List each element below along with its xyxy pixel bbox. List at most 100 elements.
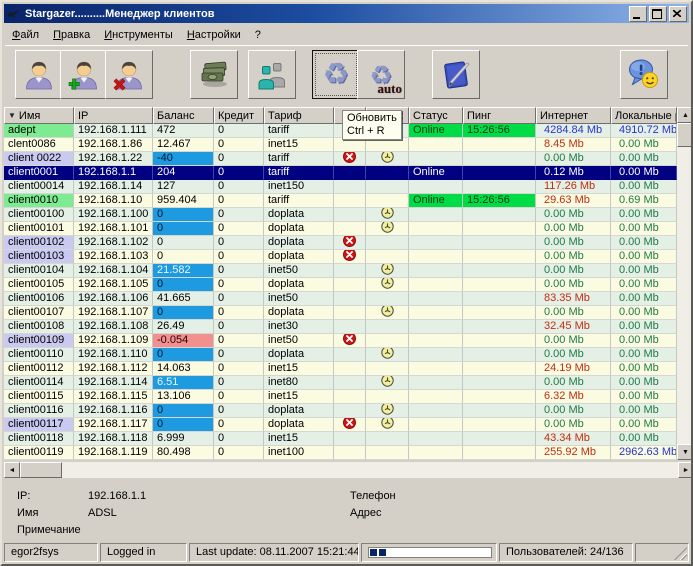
- refresh-tooltip: Обновить Ctrl + R: [342, 110, 402, 140]
- user-delete-button[interactable]: [105, 50, 153, 99]
- table-row[interactable]: client00118192.168.1.1186.9990inet1543.3…: [4, 432, 693, 446]
- table-row[interactable]: client00108192.168.1.10826.490inet3032.4…: [4, 320, 693, 334]
- cell-local: 0.00 Mb: [611, 152, 677, 166]
- resize-grip[interactable]: [674, 547, 687, 560]
- minimize-button[interactable]: [629, 6, 647, 22]
- table-row[interactable]: client00119192.168.1.11980.4980inet10025…: [4, 446, 693, 460]
- menu-item-равка[interactable]: Правка: [46, 27, 97, 43]
- table-row[interactable]: client00115192.168.1.11513.1060inet156.3…: [4, 390, 693, 404]
- cell-local: 0.00 Mb: [611, 390, 677, 404]
- table-row[interactable]: client00105192.168.1.10500doplata0.00 Mb…: [4, 278, 693, 292]
- maximize-button[interactable]: [649, 6, 667, 22]
- table-row[interactable]: client00114192.168.1.1146.510inet800.00 …: [4, 376, 693, 390]
- menu-bar: ФайлПравкаИнструментыНастройки?: [5, 25, 688, 44]
- cell-internet: 0.00 Mb: [536, 152, 611, 166]
- cell-balance: 472: [153, 124, 214, 138]
- table-row[interactable]: client0010192.168.1.10959.4040tariffOnli…: [4, 194, 693, 208]
- cell-status: [409, 446, 463, 460]
- table-row[interactable]: client00117192.168.1.11700doplata0.00 Mb…: [4, 418, 693, 432]
- cell-tariff: tariff: [264, 152, 334, 166]
- scroll-up-button[interactable]: ▲: [677, 107, 693, 123]
- cell-frozen: [366, 320, 409, 334]
- scroll-left-button[interactable]: ◄: [4, 462, 20, 478]
- close-button[interactable]: [669, 6, 687, 22]
- cell-ping: [463, 432, 536, 446]
- table-row[interactable]: client00104192.168.1.10421.5820inet500.0…: [4, 264, 693, 278]
- cell-credit: 0: [214, 446, 264, 460]
- table-row[interactable]: client00110192.168.1.11000doplata0.00 Mb…: [4, 348, 693, 362]
- cell-local: 0.00 Mb: [611, 334, 677, 348]
- cell-credit: 0: [214, 208, 264, 222]
- table-row[interactable]: client00100192.168.1.10000doplata0.00 Mb…: [4, 208, 693, 222]
- cell-name: client00106: [4, 292, 74, 306]
- cell-tariff: inet30: [264, 320, 334, 334]
- cell-disabled: [334, 334, 366, 348]
- cell-local: 0.00 Mb: [611, 418, 677, 432]
- cell-balance: 127: [153, 180, 214, 194]
- frozen-clock-icon: [381, 208, 394, 222]
- menu-item-астройки[interactable]: Настройки: [180, 27, 248, 43]
- column-header-name[interactable]: ▼Имя: [4, 107, 74, 124]
- vertical-scroll-thumb[interactable]: [677, 123, 693, 147]
- cell-name: client00101: [4, 222, 74, 236]
- table-row[interactable]: client00101192.168.1.10100doplata0.00 Mb…: [4, 222, 693, 236]
- table-row[interactable]: client00112192.168.1.11214.0630inet1524.…: [4, 362, 693, 376]
- cell-ping: [463, 362, 536, 376]
- about-button[interactable]: [620, 50, 668, 99]
- column-header-bal[interactable]: Баланс: [153, 107, 214, 124]
- cell-internet: 0.00 Mb: [536, 418, 611, 432]
- cell-local: 0.00 Mb: [611, 166, 677, 180]
- cell-disabled: [334, 362, 366, 376]
- table-row[interactable]: client00109192.168.1.109-0.0540inet500.0…: [4, 334, 693, 348]
- cell-status: Online: [409, 124, 463, 138]
- column-header-loc[interactable]: Локальные р: [611, 107, 677, 124]
- table-row[interactable]: client 0022192.168.1.22-400tariff0.00 Mb…: [4, 152, 693, 166]
- menu-item-айл[interactable]: Файл: [5, 27, 46, 43]
- table-row[interactable]: client0001192.168.1.12040tariffOnline0.1…: [4, 166, 693, 180]
- cell-tariff: doplata: [264, 404, 334, 418]
- cell-local: 0.00 Mb: [611, 278, 677, 292]
- cell-disabled: [334, 306, 366, 320]
- column-header-status[interactable]: Статус: [409, 107, 463, 124]
- frozen-clock-icon: [381, 418, 394, 432]
- users-list-button[interactable]: [248, 50, 296, 99]
- column-header-ping[interactable]: Пинг: [463, 107, 536, 124]
- scroll-down-button[interactable]: ▼: [677, 444, 693, 460]
- cell-disabled: [334, 236, 366, 250]
- user-info-button[interactable]: [15, 50, 63, 99]
- column-header-tariff[interactable]: Тариф: [264, 107, 334, 124]
- vertical-scrollbar[interactable]: ▲ ▼: [677, 107, 693, 460]
- table-row[interactable]: clent0086192.168.1.8612.4670inet158.45 M…: [4, 138, 693, 152]
- table-row[interactable]: client00107192.168.1.10700doplata0.00 Mb…: [4, 306, 693, 320]
- table-row[interactable]: client00014192.168.1.141270inet150117.26…: [4, 180, 693, 194]
- app-window: Stargazer..........Менеджер клиентов Фай…: [0, 0, 693, 566]
- column-header-credit[interactable]: Кредит: [214, 107, 264, 124]
- column-header-ip[interactable]: IP: [74, 107, 153, 124]
- window-title: Stargazer..........Менеджер клиентов: [25, 8, 627, 20]
- disabled-icon: [343, 236, 356, 250]
- cell-frozen: [366, 194, 409, 208]
- notes-button[interactable]: [432, 50, 480, 99]
- cell-credit: 0: [214, 292, 264, 306]
- menu-item-?[interactable]: ?: [248, 27, 268, 43]
- user-add-button[interactable]: [60, 50, 108, 99]
- refresh-button[interactable]: ♻: [312, 50, 360, 99]
- table-row[interactable]: client00103192.168.1.10300doplata0.00 Mb…: [4, 250, 693, 264]
- cell-name: client00103: [4, 250, 74, 264]
- column-header-net[interactable]: Интернет: [536, 107, 611, 124]
- cell-name: client00109: [4, 334, 74, 348]
- menu-item-нструменты[interactable]: Инструменты: [97, 27, 180, 43]
- disabled-icon: [343, 250, 356, 264]
- cell-balance: 13.106: [153, 390, 214, 404]
- frozen-clock-icon: [381, 278, 394, 292]
- cell-tariff: tariff: [264, 166, 334, 180]
- scroll-right-button[interactable]: ►: [678, 462, 693, 478]
- cell-ip: 192.168.1.119: [74, 446, 153, 460]
- table-row[interactable]: client00116192.168.1.11600doplata0.00 Mb…: [4, 404, 693, 418]
- payments-button[interactable]: [190, 50, 238, 99]
- horizontal-scroll-thumb[interactable]: [20, 462, 62, 478]
- auto-refresh-button[interactable]: ♻auto: [357, 50, 405, 99]
- table-row[interactable]: client00106192.168.1.10641.6650inet5083.…: [4, 292, 693, 306]
- table-row[interactable]: client00102192.168.1.10200doplata0.00 Mb…: [4, 236, 693, 250]
- horizontal-scrollbar[interactable]: ◄ ►: [4, 462, 693, 478]
